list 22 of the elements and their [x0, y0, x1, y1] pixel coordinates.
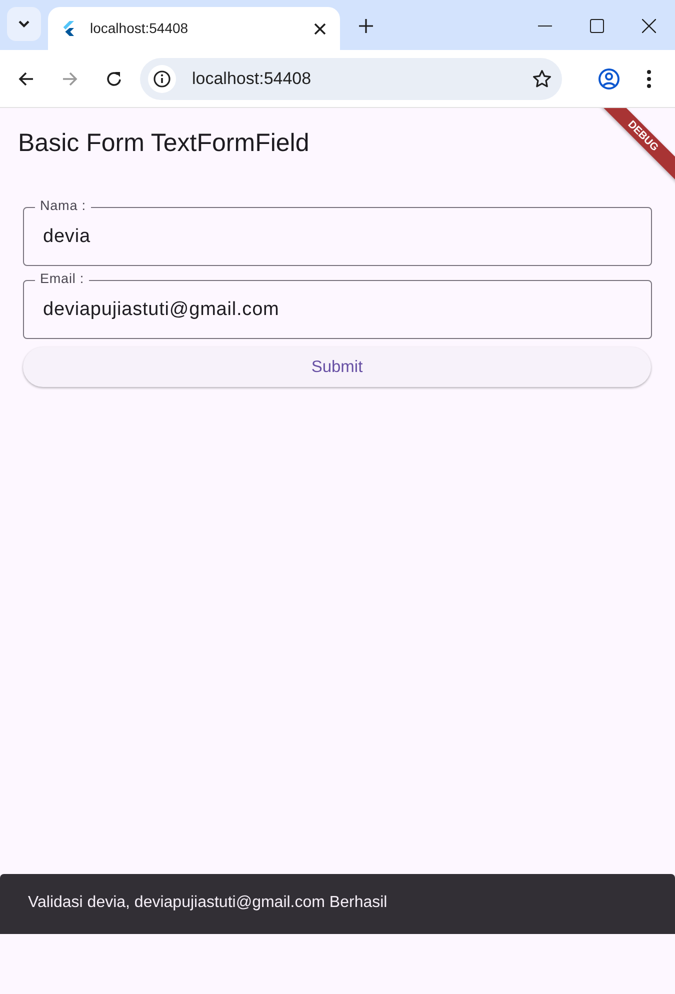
- maximize-icon: [590, 19, 604, 33]
- snackbar-message: Validasi devia, deviapujiastuti@gmail.com Berhasil: [28, 894, 388, 911]
- reload-icon: [106, 70, 122, 86]
- browser-tab[interactable]: localhost:54408: [48, 7, 340, 50]
- profile-icon: [598, 68, 620, 90]
- close-icon: [642, 19, 656, 33]
- back-arrow-icon: [18, 70, 34, 86]
- tab-title: localhost:54408: [90, 19, 190, 38]
- page-title: Basic Form TextFormField: [18, 128, 310, 158]
- info-icon[interactable]: [153, 70, 171, 88]
- address-bar[interactable]: localhost:54408: [140, 58, 562, 100]
- forward-arrow-icon: [62, 70, 78, 86]
- url-text: localhost:54408: [192, 68, 312, 90]
- plus-icon: [359, 19, 373, 33]
- minimize-icon: [538, 25, 552, 27]
- submit-button[interactable]: Submit: [23, 347, 651, 387]
- menu-icon: [647, 70, 651, 88]
- flutter-logo-icon: [62, 21, 74, 36]
- star-icon[interactable]: [532, 68, 552, 88]
- tab-list-button[interactable]: [7, 7, 41, 41]
- close-icon[interactable]: [314, 22, 326, 34]
- chevron-down-icon: [18, 20, 30, 28]
